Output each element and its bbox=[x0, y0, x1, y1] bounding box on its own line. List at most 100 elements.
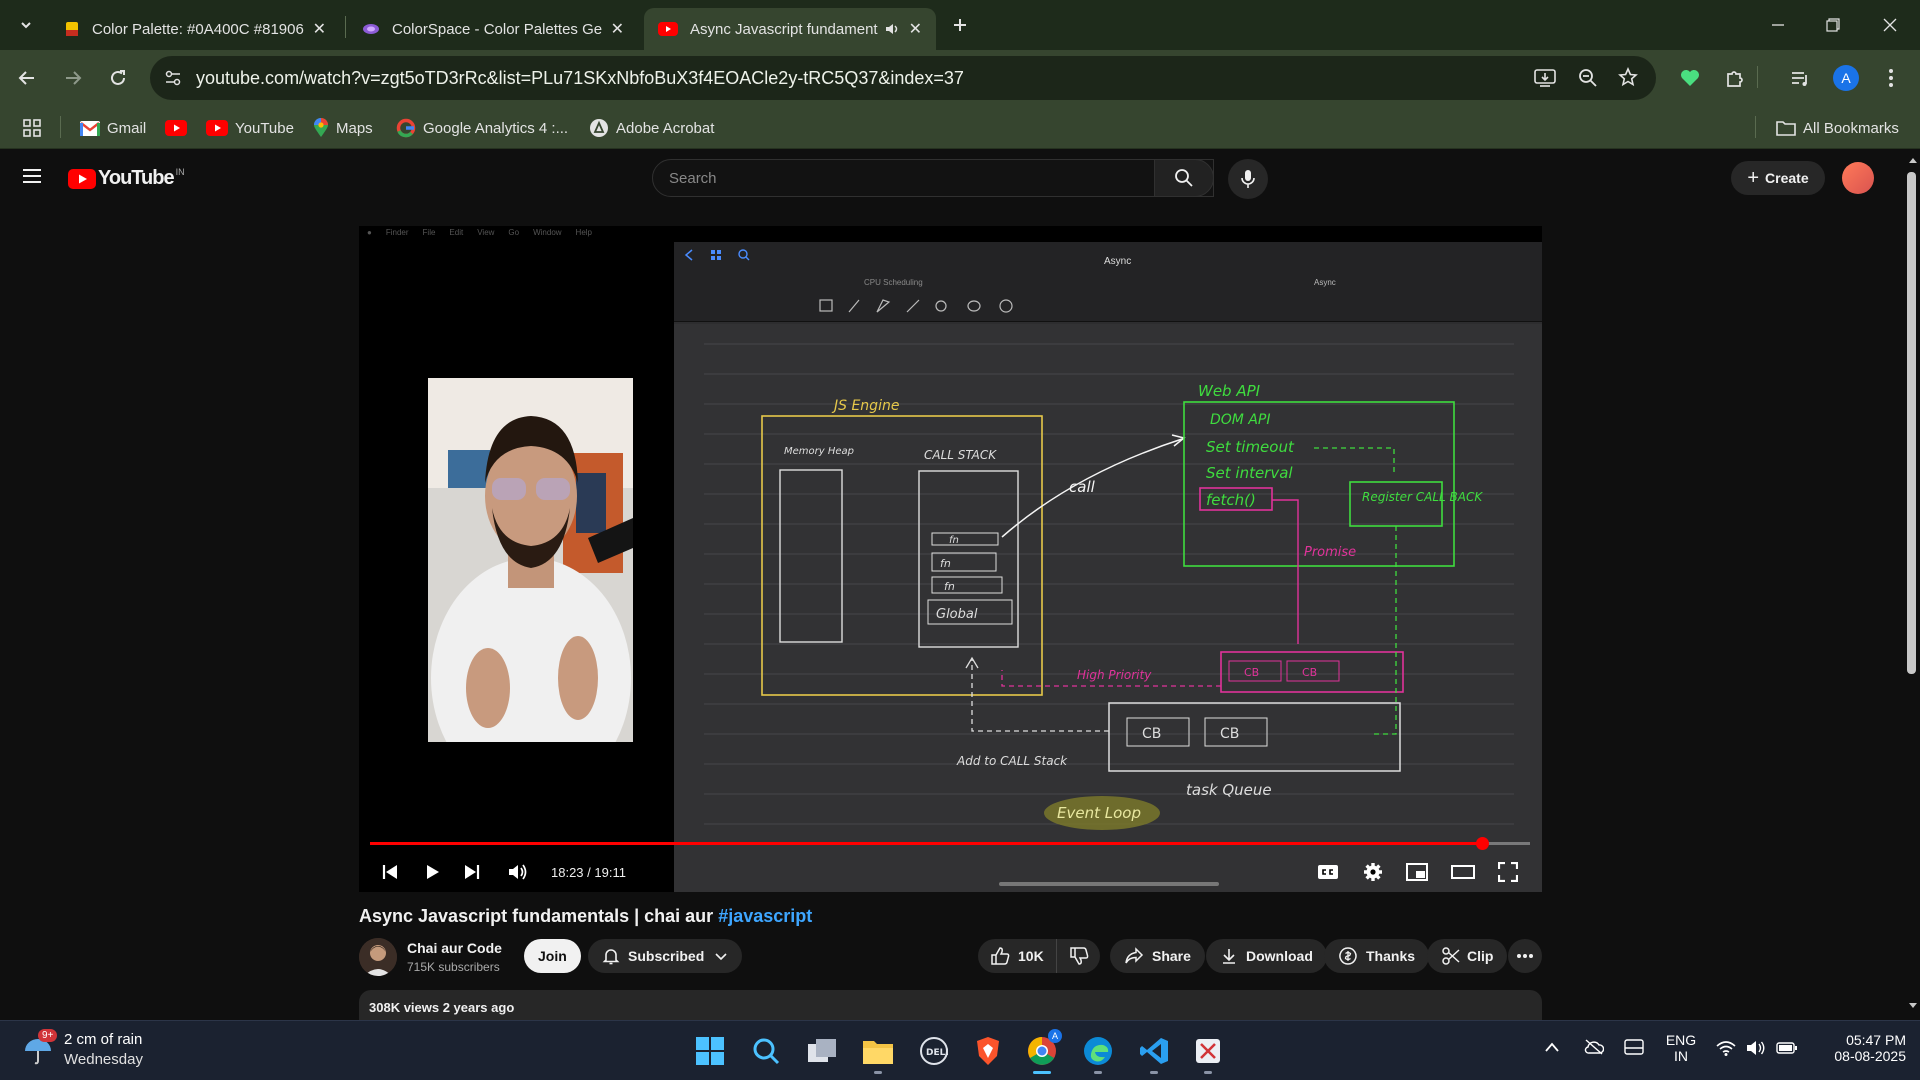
brave-button[interactable] bbox=[968, 1031, 1008, 1071]
apps-button[interactable] bbox=[22, 116, 42, 140]
progress-scrubber[interactable] bbox=[1475, 837, 1489, 850]
menu-button[interactable] bbox=[22, 168, 42, 184]
zoom-icon[interactable] bbox=[1578, 68, 1598, 88]
chrome-button[interactable]: A bbox=[1022, 1029, 1062, 1074]
edge-button[interactable] bbox=[1078, 1031, 1118, 1074]
language-indicator[interactable]: ENG IN bbox=[1662, 1032, 1700, 1064]
vscode-button[interactable] bbox=[1134, 1031, 1174, 1074]
dislike-button[interactable] bbox=[1057, 939, 1101, 973]
window-close-button[interactable] bbox=[1870, 10, 1910, 40]
taskbar-search-button[interactable] bbox=[746, 1031, 786, 1071]
volume-button[interactable] bbox=[507, 858, 529, 886]
previous-button[interactable] bbox=[381, 858, 399, 886]
share-button[interactable]: Share bbox=[1110, 939, 1205, 973]
close-icon[interactable]: ✕ bbox=[611, 19, 624, 39]
next-button[interactable] bbox=[463, 858, 481, 886]
file-explorer-button[interactable] bbox=[858, 1031, 898, 1074]
show-hidden-icons-button[interactable] bbox=[1544, 1041, 1560, 1053]
new-tab-button[interactable] bbox=[940, 10, 980, 40]
extension-heart-button[interactable] bbox=[1673, 61, 1707, 95]
bookmark-adobe-acrobat[interactable]: Adobe Acrobat bbox=[589, 116, 714, 140]
scroll-up-arrow-icon[interactable] bbox=[1908, 156, 1918, 164]
tab-async-javascript[interactable]: Async Javascript fundament ✕ bbox=[644, 8, 936, 50]
label-memory-heap: Memory Heap bbox=[784, 446, 854, 457]
weather-widget[interactable]: 9+ bbox=[22, 1029, 58, 1071]
address-bar[interactable]: youtube.com/watch?v=zgt5oTD3rRc&list=PLu… bbox=[150, 56, 1656, 100]
battery-icon[interactable] bbox=[1776, 1041, 1798, 1055]
wifi-icon[interactable] bbox=[1716, 1040, 1736, 1056]
back-button[interactable] bbox=[10, 61, 44, 95]
download-button[interactable]: Download bbox=[1206, 939, 1327, 973]
thanks-button[interactable]: Thanks bbox=[1324, 939, 1430, 973]
weather-text[interactable]: 2 cm of rain bbox=[64, 1031, 142, 1048]
speaker-icon[interactable] bbox=[885, 22, 901, 36]
captions-button[interactable] bbox=[1317, 858, 1339, 886]
star-icon[interactable] bbox=[1618, 67, 1638, 87]
play-button[interactable] bbox=[423, 858, 441, 886]
settings-button[interactable] bbox=[1363, 858, 1383, 886]
minimize-button[interactable] bbox=[1758, 10, 1798, 40]
subscribed-button[interactable]: Subscribed bbox=[588, 939, 743, 973]
stack-item: Global bbox=[936, 607, 978, 622]
forward-button[interactable] bbox=[56, 61, 90, 95]
extensions-button[interactable] bbox=[1718, 61, 1752, 95]
all-bookmarks-button[interactable]: All Bookmarks bbox=[1776, 116, 1899, 140]
profile-badge: A bbox=[1048, 1029, 1062, 1043]
snipping-tool-button[interactable] bbox=[1188, 1031, 1228, 1074]
more-actions-button[interactable] bbox=[1508, 939, 1542, 973]
hashtag-link[interactable]: #javascript bbox=[718, 906, 812, 926]
media-control-button[interactable] bbox=[1783, 61, 1817, 95]
start-button[interactable] bbox=[690, 1031, 730, 1071]
clip-button[interactable]: Clip bbox=[1427, 939, 1508, 973]
label-cb: CB bbox=[1142, 726, 1161, 742]
site-info-icon[interactable] bbox=[164, 69, 182, 87]
tab-color-palette[interactable]: Color Palette: #0A400C #81906 ✕ bbox=[50, 8, 340, 50]
profile-button[interactable]: A bbox=[1829, 61, 1863, 95]
search-button[interactable] bbox=[1154, 159, 1214, 197]
label-high-priority: High Priority bbox=[1077, 668, 1152, 682]
url-text[interactable]: youtube.com/watch?v=zgt5oTD3rRc&list=PLu… bbox=[196, 68, 964, 89]
like-button[interactable]: 10K bbox=[978, 939, 1057, 973]
video-player[interactable]: ● Finder File Edit View Go Window Help A… bbox=[359, 226, 1542, 892]
clock[interactable]: 05:47 PM 08-08-2025 bbox=[1810, 1032, 1906, 1064]
progress-bar[interactable] bbox=[370, 837, 1530, 850]
youtube-logo[interactable]: YouTube IN bbox=[68, 167, 185, 190]
task-view-button[interactable] bbox=[802, 1031, 842, 1071]
bookmark-gmail[interactable]: Gmail bbox=[80, 116, 146, 140]
close-icon[interactable]: ✕ bbox=[909, 19, 922, 39]
label-set-timeout: Set timeout bbox=[1206, 438, 1295, 456]
voice-search-button[interactable] bbox=[1228, 159, 1268, 199]
channel-name[interactable]: Chai aur Code bbox=[407, 940, 502, 956]
theater-mode-button[interactable] bbox=[1451, 858, 1475, 886]
notes-tab-left: CPU Scheduling bbox=[864, 278, 923, 287]
bookmark-youtube-icon-only[interactable] bbox=[165, 116, 194, 140]
chrome-menu-button[interactable] bbox=[1874, 61, 1908, 95]
scrollbar-thumb[interactable] bbox=[1907, 172, 1916, 674]
scroll-down-arrow-icon[interactable] bbox=[1908, 1002, 1918, 1010]
notes-app-screen: Async CPU Scheduling Async JS Engine Mem… bbox=[674, 242, 1542, 892]
search-input[interactable]: Search bbox=[652, 159, 1214, 197]
tab-colorspace[interactable]: ColorSpace - Color Palettes Gen ✕ bbox=[348, 8, 638, 50]
fullscreen-button[interactable] bbox=[1498, 858, 1518, 886]
bookmark-youtube[interactable]: YouTube bbox=[206, 116, 294, 140]
close-icon[interactable]: ✕ bbox=[313, 19, 326, 39]
channel-avatar[interactable] bbox=[359, 938, 397, 976]
display-icon[interactable] bbox=[1624, 1039, 1644, 1055]
tab-search-button[interactable] bbox=[8, 10, 44, 40]
create-button[interactable]: + Create bbox=[1731, 161, 1825, 195]
chevron-up-icon bbox=[1545, 1042, 1559, 1052]
description-box[interactable]: 308K views 2 years ago bbox=[359, 990, 1542, 1020]
dell-app-button[interactable]: DELL bbox=[914, 1031, 954, 1071]
apps-grid-icon bbox=[23, 119, 41, 137]
volume-icon[interactable] bbox=[1746, 1040, 1766, 1056]
install-app-icon[interactable] bbox=[1534, 68, 1556, 88]
restore-button[interactable] bbox=[1813, 10, 1853, 40]
cloud-offline-icon[interactable] bbox=[1584, 1039, 1604, 1055]
reload-button[interactable] bbox=[101, 61, 135, 95]
bookmark-maps[interactable]: Maps bbox=[313, 116, 373, 140]
join-button[interactable]: Join bbox=[524, 939, 581, 973]
account-avatar[interactable] bbox=[1842, 162, 1874, 194]
tab-title: Color Palette: #0A400C #81906 bbox=[92, 20, 304, 38]
bookmark-google-analytics[interactable]: Google Analytics 4 :... bbox=[396, 116, 568, 140]
miniplayer-button[interactable] bbox=[1406, 858, 1428, 886]
